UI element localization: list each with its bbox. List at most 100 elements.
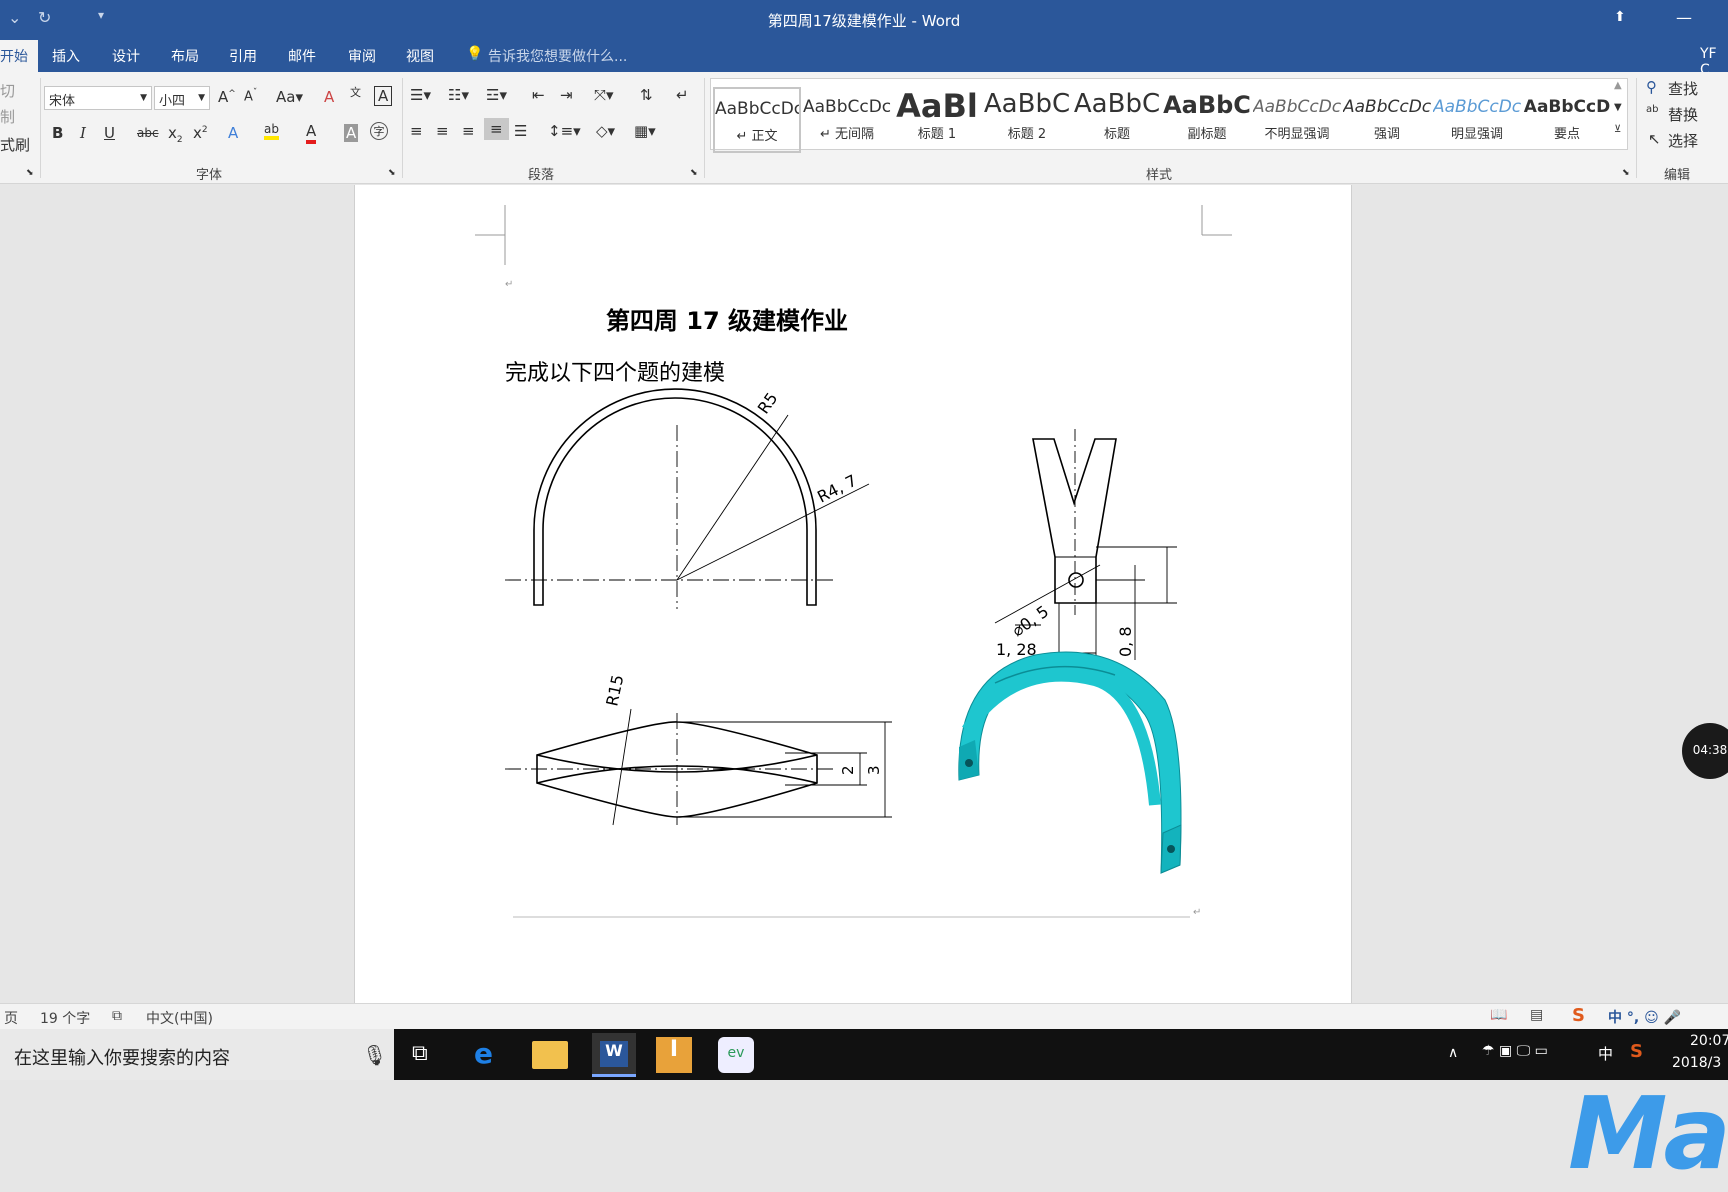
recorder-badge[interactable]: 04:38 [1682, 723, 1728, 779]
gallery-more-icon[interactable]: ⊻ [1614, 124, 1621, 135]
change-case-icon[interactable]: Aa▾ [276, 88, 303, 106]
file-explorer-icon[interactable] [532, 1041, 568, 1069]
microphone-icon[interactable]: 🎙 [362, 1043, 387, 1067]
align-right-icon[interactable]: ≡ [462, 122, 475, 140]
style-emphasis[interactable]: AaBbCcDc 强调 [1343, 87, 1431, 153]
tray-expand-icon[interactable]: ∧ [1448, 1045, 1458, 1061]
phonetic-guide-icon[interactable]: 文 [350, 84, 361, 100]
minimize-icon[interactable]: — [1676, 8, 1692, 27]
character-shading-icon[interactable]: A [344, 124, 359, 142]
style-heading-2[interactable]: AaBbC 标题 2 [983, 87, 1071, 153]
sogou-tray-icon[interactable]: S [1630, 1041, 1643, 1062]
shrink-font-icon[interactable]: Aˇ [244, 88, 257, 104]
distributed-icon[interactable]: ☰ [514, 122, 527, 140]
tab-review[interactable]: 审阅 [348, 46, 376, 66]
sogou-ime-icon[interactable]: S [1572, 1005, 1585, 1026]
ribbon-display-icon[interactable]: ⬆ [1614, 9, 1626, 25]
style-normal[interactable]: AaBbCcDc ↵ 正文 [713, 87, 801, 153]
style-heading-1[interactable]: AaBl 标题 1 [893, 87, 981, 153]
title-bar: ⌄ ↻ ▾ 第四周17级建模作业 - Word ⬆ — [0, 0, 1728, 38]
grow-font-icon[interactable]: A^ [218, 88, 236, 106]
bold-icon[interactable]: B [52, 124, 63, 142]
strikethrough-icon[interactable]: abc [137, 126, 159, 140]
shading-icon[interactable]: ◇▾ [596, 122, 615, 140]
style-strong[interactable]: AaBbCcD 要点 [1523, 87, 1611, 153]
align-center-icon[interactable]: ≡ [436, 122, 449, 140]
page-indicator[interactable]: 页 [4, 1008, 18, 1028]
gallery-down-icon[interactable]: ▼ [1614, 102, 1622, 113]
borders-icon[interactable]: ▦▾ [634, 122, 656, 140]
tab-design[interactable]: 设计 [112, 46, 140, 66]
language-indicator[interactable]: 中文(中国) [146, 1008, 213, 1028]
style-subtitle[interactable]: AaBbC 副标题 [1163, 87, 1251, 153]
style-subtle-emphasis[interactable]: AaBbCcDc 不明显强调 [1253, 87, 1341, 153]
tray-icons[interactable]: ☂ ▣ 🖵 ▭ [1482, 1043, 1548, 1059]
justify-icon[interactable]: ≡ [484, 118, 509, 140]
font-launcher-icon[interactable]: ⬊ [388, 168, 396, 178]
font-color-icon[interactable]: A [306, 122, 317, 144]
styles-group-label: 样式 [1146, 168, 1173, 183]
find-button[interactable]: 查找 [1668, 78, 1698, 99]
style-no-spacing[interactable]: AaBbCcDc ↵ 无间隔 [803, 87, 891, 153]
margin-marks [475, 205, 1232, 265]
tab-layout[interactable]: 布局 [171, 46, 199, 66]
copy-button[interactable]: 制 [0, 106, 15, 127]
paragraph-group-label: 段落 [528, 168, 555, 183]
semicircle-drawing [505, 388, 870, 609]
highlight-icon[interactable]: ab [264, 122, 279, 140]
tab-home[interactable]: 开始 [0, 40, 38, 72]
italic-icon[interactable]: I [80, 124, 86, 142]
show-marks-icon[interactable]: ↵ [676, 86, 689, 104]
replace-button[interactable]: 替换 [1668, 104, 1698, 125]
tab-insert[interactable]: 插入 [52, 46, 80, 66]
tab-view[interactable]: 视图 [406, 46, 434, 66]
taskbar-search[interactable]: 在这里输入你要搜索的内容 [0, 1029, 394, 1080]
document-subheading: 完成以下四个题的建模 [505, 361, 725, 386]
tab-mailings[interactable]: 邮件 [288, 46, 316, 66]
task-view-icon[interactable]: ⧉ [404, 1037, 440, 1073]
style-intense-emphasis[interactable]: AaBbCcDc 明显强调 [1433, 87, 1521, 153]
numbering-icon[interactable]: ☷▾ [448, 86, 469, 104]
underline-icon[interactable]: U [104, 124, 115, 142]
decrease-indent-icon[interactable]: ⇤ [532, 86, 545, 104]
clipboard-launcher-icon[interactable]: ⬊ [26, 168, 34, 178]
enclose-characters-icon[interactable]: 字 [370, 122, 388, 140]
align-left-icon[interactable]: ≡ [410, 122, 423, 140]
clock-date[interactable]: 2018/3 [1672, 1055, 1721, 1071]
superscript-icon[interactable]: x2 [193, 124, 208, 142]
word-taskbar-button[interactable]: W [592, 1033, 636, 1077]
line-spacing-icon[interactable]: ↕≡▾ [548, 122, 581, 140]
read-mode-icon[interactable]: 📖 [1490, 1007, 1507, 1023]
inventor-icon[interactable]: I [656, 1037, 692, 1073]
style-title[interactable]: AaBbC 标题 [1073, 87, 1161, 153]
cut-button[interactable]: 切 [0, 80, 15, 101]
character-border-icon[interactable]: A [374, 86, 393, 106]
tell-me-input[interactable]: 告诉我您想要做什么... [488, 46, 627, 66]
multilevel-list-icon[interactable]: ☲▾ [486, 86, 507, 104]
select-button[interactable]: 选择 [1668, 130, 1698, 151]
gallery-up-icon[interactable]: ▲ [1614, 80, 1622, 91]
styles-launcher-icon[interactable]: ⬊ [1622, 168, 1630, 178]
asian-layout-icon[interactable]: ⤧▾ [594, 86, 614, 104]
increase-indent-icon[interactable]: ⇥ [560, 86, 573, 104]
document-page[interactable]: ↵ 第四周 17 级建模作业 完成以下四个题的建模 R5 R4, 7 ⌀0, 5… [354, 185, 1352, 1003]
replace-icon: ab [1646, 104, 1659, 115]
word-count[interactable]: 19 个字 [40, 1008, 90, 1028]
clock-time[interactable]: 20:07 [1690, 1033, 1728, 1049]
ime-indicator[interactable]: 中 [1598, 1043, 1613, 1064]
text-effects-icon[interactable]: A [228, 124, 238, 142]
paragraph-launcher-icon[interactable]: ⬊ [690, 168, 698, 178]
proofing-icon[interactable]: ⧉ [112, 1008, 122, 1024]
print-layout-icon[interactable]: ▤ [1530, 1007, 1543, 1023]
subscript-icon[interactable]: x2 [168, 124, 183, 145]
tab-references[interactable]: 引用 [229, 46, 257, 66]
bullets-icon[interactable]: ☰▾ [410, 86, 431, 104]
clear-formatting-icon[interactable]: A [324, 88, 334, 106]
edge-icon[interactable]: e [468, 1037, 504, 1073]
ime-toolbar[interactable]: 中 °, ☺ 🎤 [1608, 1007, 1681, 1027]
ev-recorder-icon[interactable]: ev [718, 1037, 754, 1073]
font-size-select[interactable]: 小四 ▼ [154, 86, 210, 110]
format-painter-button[interactable]: 式刷 [0, 134, 30, 155]
sort-icon[interactable]: ⇅ [640, 86, 653, 104]
font-name-select[interactable]: 宋体 ▼ [44, 86, 152, 110]
